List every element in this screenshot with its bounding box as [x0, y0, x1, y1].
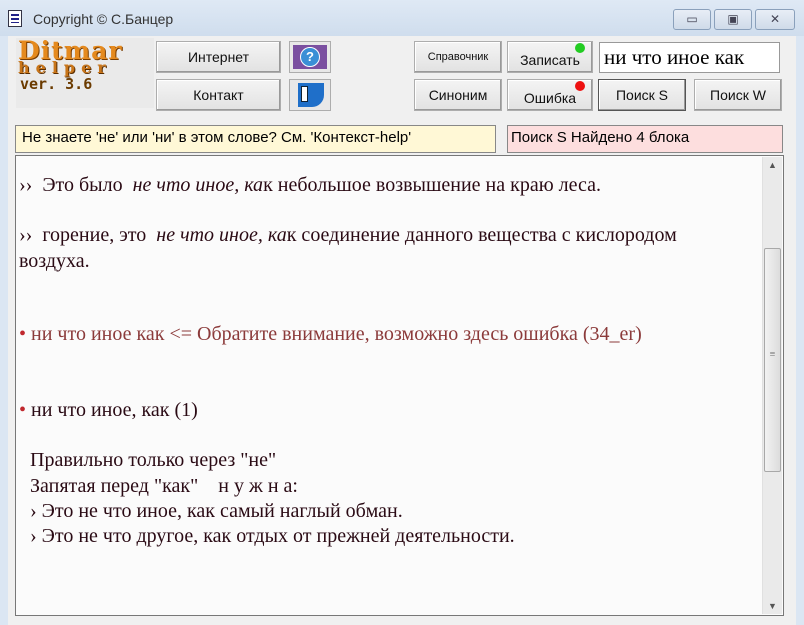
- rule-text: Запятая перед "как" н у ж н а:: [30, 475, 298, 497]
- contact-button[interactable]: Контакт: [156, 79, 281, 111]
- example-marker: ››: [19, 224, 33, 246]
- example-continuation: воздуха.: [19, 250, 90, 272]
- app-icon: [8, 10, 22, 27]
- reference-button[interactable]: Справочник: [414, 41, 502, 73]
- rule-example: › Это не что другое, как отдых от прежне…: [30, 525, 515, 547]
- close-button[interactable]: ✕: [755, 9, 795, 30]
- record-indicator-icon: [575, 43, 585, 53]
- example-highlight: не что иное, ка: [156, 224, 287, 246]
- example-text: к соединение данного вещества с кислород…: [286, 224, 677, 246]
- example-2: ›› горение, это не что иное, как соедине…: [19, 224, 677, 247]
- error-indicator-icon: [575, 81, 585, 91]
- scroll-up-icon[interactable]: ▲: [768, 160, 777, 170]
- info-button[interactable]: [289, 79, 331, 111]
- search-w-label: Поиск W: [710, 87, 766, 103]
- example-highlight: не что иное, ка: [132, 174, 264, 196]
- search-w-button[interactable]: Поиск W: [694, 79, 782, 111]
- scrollbar-thumb[interactable]: ≡: [764, 248, 781, 472]
- rule-text: Правильно только через "не": [30, 449, 277, 471]
- reference-label: Справочник: [427, 51, 489, 63]
- hint-bar: Не знаете 'не' или 'ни' в этом слове? См…: [15, 125, 496, 153]
- info-icon: [298, 83, 324, 107]
- result-text-area[interactable]: ›› Это было не что иное, как небольшое в…: [15, 155, 784, 616]
- bullet-icon: •: [19, 323, 27, 345]
- minimize-button[interactable]: ▭: [673, 9, 711, 30]
- help-icon: ?: [293, 45, 327, 69]
- vertical-scrollbar[interactable]: ▲ ≡ ▼: [762, 157, 782, 614]
- contact-label: Контакт: [193, 87, 244, 103]
- search-s-label: Поиск S: [615, 87, 669, 103]
- entry-text: ни что иное, как (1): [31, 399, 198, 421]
- scroll-down-icon[interactable]: ▼: [768, 601, 777, 611]
- logo: Ditmar helper ver. 3.6: [16, 36, 154, 108]
- maximize-button[interactable]: ▣: [714, 9, 752, 30]
- example-text: к небольшое возвышение на краю леса.: [263, 174, 602, 196]
- search-s-button[interactable]: Поиск S: [598, 79, 686, 111]
- synonym-label: Синоним: [428, 87, 488, 103]
- window-title: Copyright © С.Банцер: [33, 11, 174, 27]
- bullet-icon: •: [19, 399, 27, 421]
- internet-label: Интернет: [187, 49, 250, 65]
- logo-version: ver. 3.6: [20, 75, 93, 93]
- title-bar: Copyright © С.Банцер ▭ ▣ ✕: [0, 0, 804, 36]
- warning-text: ни что иное как <= Обратите внимание, во…: [31, 323, 642, 345]
- synonym-button[interactable]: Синоним: [414, 79, 502, 111]
- entry-line[interactable]: • ни что иное, как (1): [19, 399, 198, 422]
- internet-button[interactable]: Интернет: [156, 41, 281, 73]
- status-bar: Поиск S Найдено 4 блока: [507, 125, 783, 153]
- rule-example: › Это не что иное, как самый наглый обма…: [30, 500, 403, 522]
- example-text: горение, это: [42, 224, 152, 246]
- example-1: ›› Это было не что иное, как небольшое в…: [19, 174, 601, 197]
- example-text: Это было: [42, 174, 128, 196]
- example-marker: ››: [19, 174, 33, 196]
- help-button[interactable]: ?: [289, 41, 331, 73]
- warning-line: • ни что иное как <= Обратите внимание, …: [19, 323, 642, 346]
- search-input[interactable]: ни что иное как: [599, 42, 780, 73]
